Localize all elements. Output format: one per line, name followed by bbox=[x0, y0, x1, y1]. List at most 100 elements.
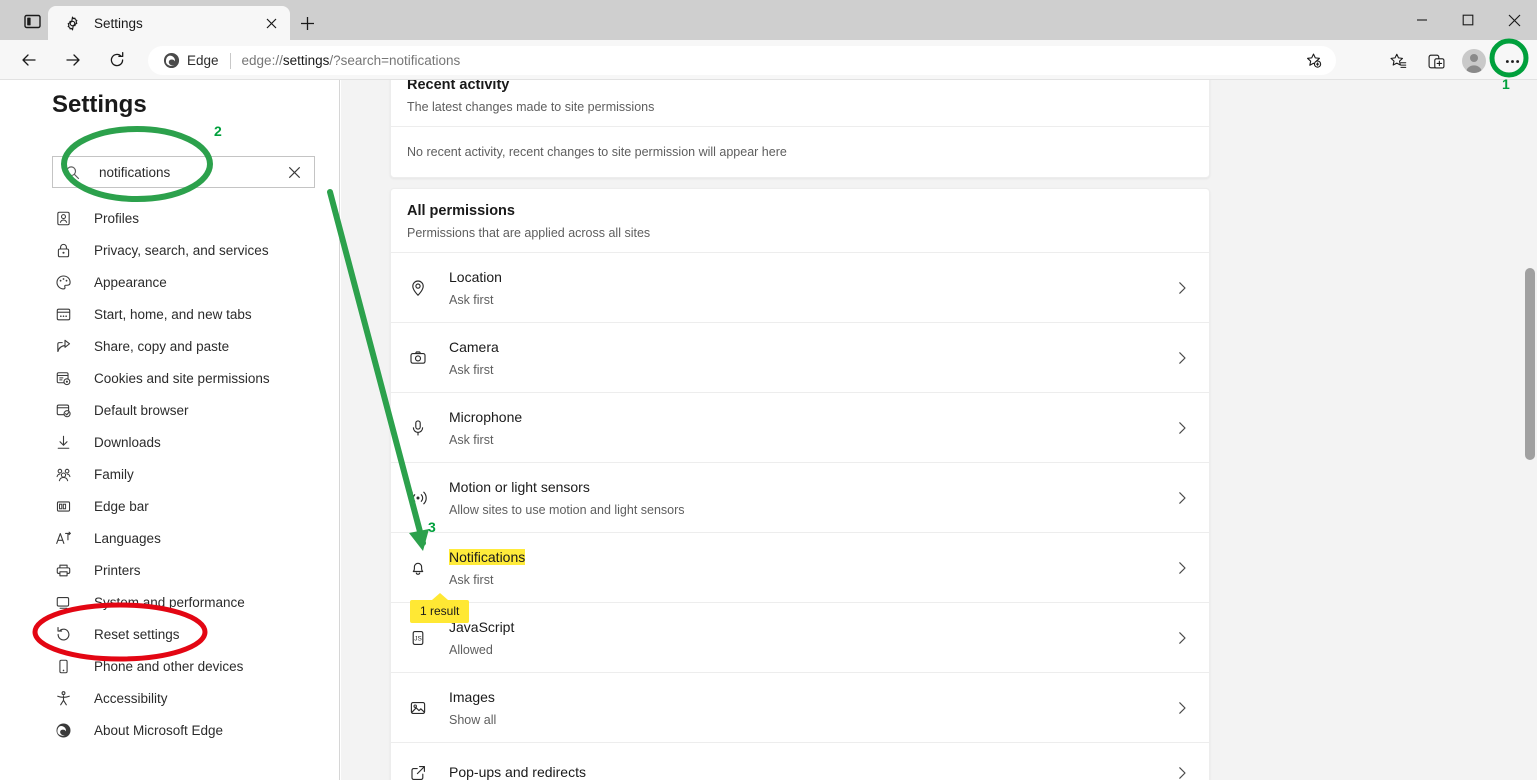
edge-logo-icon bbox=[162, 52, 180, 70]
chevron-right-icon[interactable] bbox=[1171, 347, 1193, 369]
profile-avatar-icon[interactable] bbox=[1457, 46, 1491, 76]
new-tab-plus-icon[interactable] bbox=[293, 10, 321, 36]
permission-name: JavaScript bbox=[449, 618, 515, 635]
edge-logo-icon bbox=[52, 719, 74, 741]
permission-texts: Location Ask first bbox=[449, 269, 1171, 307]
permission-texts: Notifications Ask first bbox=[449, 548, 1171, 587]
permission-name: Pop-ups and redirects bbox=[449, 763, 586, 780]
sidebar-item-profiles[interactable]: Profiles bbox=[52, 202, 322, 234]
sidebar-item-share-copy-and-paste[interactable]: Share, copy and paste bbox=[52, 330, 322, 362]
sidebar-item-label: Privacy, search, and services bbox=[94, 242, 269, 258]
family-people-icon bbox=[52, 463, 74, 485]
sidebar-item-appearance[interactable]: Appearance bbox=[52, 266, 322, 298]
close-icon[interactable] bbox=[260, 12, 282, 34]
gear-icon bbox=[62, 13, 82, 33]
browser-tab-settings[interactable]: Settings bbox=[48, 6, 290, 40]
permission-row-javascript[interactable]: JS JavaScript Allowed bbox=[391, 602, 1209, 672]
sidebar-item-about-microsoft-edge[interactable]: About Microsoft Edge bbox=[52, 714, 322, 746]
reset-icon bbox=[52, 623, 74, 645]
permission-texts: Images Show all bbox=[449, 689, 1171, 727]
tab-actions-icon[interactable] bbox=[16, 9, 48, 33]
chevron-right-icon[interactable] bbox=[1171, 487, 1193, 509]
permission-row-motion-or-light-sensors[interactable]: Motion or light sensors Allow sites to u… bbox=[391, 462, 1209, 532]
settings-search-input[interactable]: notifications bbox=[52, 156, 315, 188]
sidebar-item-label: Share, copy and paste bbox=[94, 338, 230, 354]
forward-arrow-icon[interactable] bbox=[55, 44, 91, 76]
settings-page: Settings notifications Profiles Privacy,… bbox=[0, 80, 1537, 780]
permission-row-location[interactable]: Location Ask first bbox=[391, 252, 1209, 322]
tab-title: Settings bbox=[94, 15, 143, 31]
permission-name: Microphone bbox=[449, 408, 523, 425]
profiles-icon bbox=[52, 207, 74, 229]
accessibility-icon bbox=[52, 687, 74, 709]
javascript-icon: JS bbox=[407, 627, 429, 649]
permission-row-pop-ups-and-redirects[interactable]: Pop-ups and redirects bbox=[391, 742, 1209, 780]
sidebar-item-languages[interactable]: Languages bbox=[52, 522, 322, 554]
reload-icon[interactable] bbox=[99, 44, 135, 76]
url-prefix: edge:// bbox=[241, 53, 283, 68]
languages-icon bbox=[52, 527, 74, 549]
url-highlight: settings bbox=[282, 53, 330, 68]
clear-x-icon[interactable] bbox=[282, 160, 306, 184]
sidebar-item-label: Languages bbox=[94, 530, 161, 546]
sidebar-item-default-browser[interactable]: Default browser bbox=[52, 394, 322, 426]
chevron-right-icon[interactable] bbox=[1171, 762, 1193, 780]
permission-texts: Microphone Ask first bbox=[449, 409, 1171, 447]
more-options-ellipsis-icon[interactable] bbox=[1495, 46, 1529, 76]
page-title: Settings bbox=[52, 91, 147, 118]
sidebar-item-printers[interactable]: Printers bbox=[52, 554, 322, 586]
minimize-icon[interactable] bbox=[1399, 0, 1445, 40]
settings-sidebar: Settings notifications Profiles Privacy,… bbox=[0, 80, 340, 780]
toolbar-right-buttons bbox=[1381, 46, 1529, 76]
sidebar-item-privacy-search-and-services[interactable]: Privacy, search, and services bbox=[52, 234, 322, 266]
back-arrow-icon[interactable] bbox=[11, 44, 47, 76]
chevron-right-icon[interactable] bbox=[1171, 277, 1193, 299]
camera-icon bbox=[407, 347, 429, 369]
permission-row-images[interactable]: Images Show all bbox=[391, 672, 1209, 742]
search-icon bbox=[61, 161, 83, 183]
content-scrollbar-track[interactable] bbox=[1522, 80, 1537, 780]
chevron-right-icon[interactable] bbox=[1171, 417, 1193, 439]
sidebar-item-label: Reset settings bbox=[94, 626, 180, 642]
palette-icon bbox=[52, 271, 74, 293]
settings-nav-list: Profiles Privacy, search, and services A… bbox=[52, 202, 322, 746]
sidebar-item-family[interactable]: Family bbox=[52, 458, 322, 490]
sidebar-item-reset-settings[interactable]: Reset settings bbox=[52, 618, 322, 650]
content-scrollbar-thumb[interactable] bbox=[1525, 268, 1535, 460]
search-value: notifications bbox=[99, 164, 171, 180]
all-permissions-card: All permissions Permissions that are app… bbox=[390, 188, 1210, 780]
sidebar-item-label: Downloads bbox=[94, 434, 161, 450]
permission-status: Ask first bbox=[449, 572, 494, 587]
sidebar-item-edge-bar[interactable]: Edge bar bbox=[52, 490, 322, 522]
collections-icon[interactable] bbox=[1419, 46, 1453, 76]
window-close-icon[interactable] bbox=[1491, 0, 1537, 40]
location-pin-icon bbox=[407, 277, 429, 299]
sidebar-item-label: Edge bar bbox=[94, 498, 149, 514]
lock-icon bbox=[52, 239, 74, 261]
permission-name: Location bbox=[449, 268, 502, 285]
sidebar-item-accessibility[interactable]: Accessibility bbox=[52, 682, 322, 714]
permission-status: Ask first bbox=[449, 362, 494, 377]
chevron-right-icon[interactable] bbox=[1171, 557, 1193, 579]
chevron-right-icon[interactable] bbox=[1171, 697, 1193, 719]
recent-activity-title: Recent activity bbox=[407, 80, 510, 93]
sidebar-item-start-home-and-new-tabs[interactable]: Start, home, and new tabs bbox=[52, 298, 322, 330]
sidebar-item-system-and-performance[interactable]: System and performance bbox=[52, 586, 322, 618]
maximize-icon[interactable] bbox=[1445, 0, 1491, 40]
permission-status: Ask first bbox=[449, 432, 494, 447]
share-icon bbox=[52, 335, 74, 357]
add-favorite-star-icon[interactable] bbox=[1300, 48, 1326, 74]
sidebar-item-phone-and-other-devices[interactable]: Phone and other devices bbox=[52, 650, 322, 682]
chevron-right-icon[interactable] bbox=[1171, 627, 1193, 649]
sidebar-item-cookies-and-site-permissions[interactable]: Cookies and site permissions bbox=[52, 362, 322, 394]
permission-row-microphone[interactable]: Microphone Ask first bbox=[391, 392, 1209, 462]
address-bar[interactable]: Edge edge://settings/?search=notificatio… bbox=[148, 46, 1336, 75]
permission-name: Notifications bbox=[449, 548, 526, 565]
favorites-icon[interactable] bbox=[1381, 46, 1415, 76]
permission-name: Camera bbox=[449, 338, 499, 355]
default-browser-icon bbox=[52, 399, 74, 421]
sensors-icon bbox=[407, 487, 429, 509]
sidebar-item-downloads[interactable]: Downloads bbox=[52, 426, 322, 458]
permission-row-notifications[interactable]: Notifications Ask first bbox=[391, 532, 1209, 602]
permission-row-camera[interactable]: Camera Ask first bbox=[391, 322, 1209, 392]
